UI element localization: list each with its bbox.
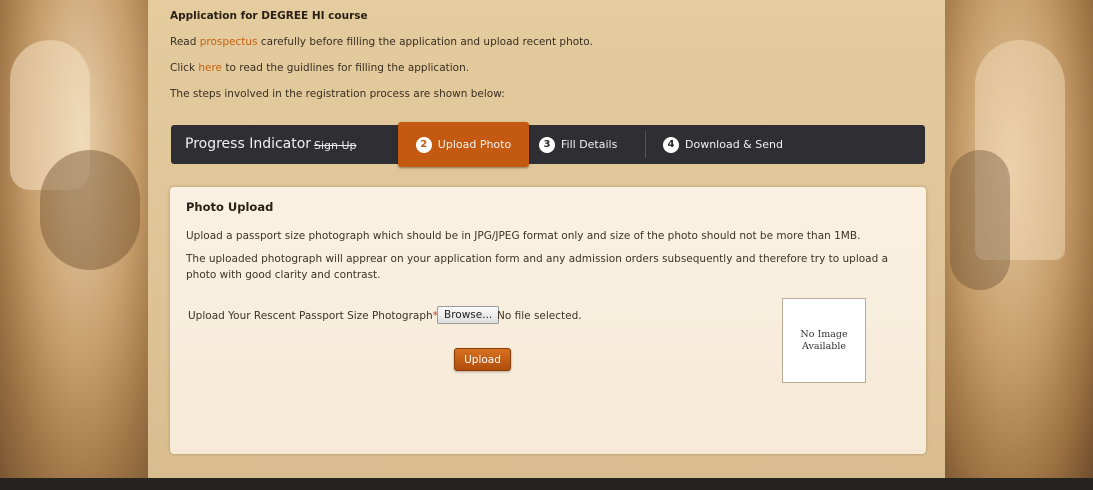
- steps-description: The steps involved in the registration p…: [170, 88, 505, 100]
- progress-indicator: Progress Indicator Sign Up 2 Upload Phot…: [171, 122, 925, 167]
- usage-instructions: The uploaded photograph will apprear on …: [186, 253, 889, 281]
- footer-bar: [0, 478, 1093, 490]
- step-number-badge: 2: [415, 136, 432, 153]
- step-sign-up: Sign Up: [314, 139, 357, 152]
- background-right-image: [945, 0, 1093, 478]
- file-status-text: No file selected.: [497, 310, 582, 322]
- step-label: Download & Send: [685, 138, 783, 151]
- instruction-text: Read: [170, 36, 200, 48]
- prospectus-link[interactable]: prospectus: [200, 36, 258, 48]
- progress-indicator-label: Progress Indicator: [185, 136, 312, 152]
- step-label: Fill Details: [561, 138, 618, 151]
- step-number-badge: 4: [663, 136, 679, 153]
- prospectus-instruction: Read prospectus carefully before filling…: [170, 34, 930, 50]
- background-left-image: [0, 0, 148, 478]
- instruction-text: Click: [170, 62, 199, 74]
- panel-title: Photo Upload: [186, 200, 274, 214]
- step-upload-photo: 2 Upload Photo: [398, 122, 529, 167]
- upload-button[interactable]: Upload: [454, 348, 511, 371]
- instruction-text: to read the guidlines for filling the ap…: [222, 62, 470, 74]
- student-figure: [40, 150, 140, 270]
- photo-upload-panel: Photo Upload Upload a passport size phot…: [170, 187, 926, 454]
- photo-preview-placeholder: No Image Available: [782, 298, 866, 383]
- student-figure: [950, 150, 1010, 290]
- no-image-text: No Image Available: [800, 328, 848, 352]
- main-content: Application for DEGREE HI course Read pr…: [148, 0, 945, 478]
- step-divider: [645, 131, 646, 158]
- format-instructions: Upload a passport size photograph which …: [186, 230, 861, 242]
- intro-section: Application for DEGREE HI course Read pr…: [170, 8, 930, 112]
- upload-field-label: Upload Your Rescent Passport Size Photog…: [188, 310, 438, 322]
- guidelines-link[interactable]: here: [198, 62, 222, 74]
- step-number-badge: 3: [539, 136, 555, 153]
- browse-button[interactable]: Browse...: [437, 306, 500, 324]
- upload-label-text: Upload Your Rescent Passport Size Photog…: [188, 310, 433, 322]
- step-download-send: 4 Download & Send: [663, 125, 783, 164]
- page-heading: Application for DEGREE HI course: [170, 10, 368, 22]
- step-label: Upload Photo: [437, 138, 512, 151]
- step-fill-details: 3 Fill Details: [539, 125, 617, 164]
- instruction-text: carefully before filling the application…: [257, 36, 593, 48]
- guidelines-instruction: Click here to read the guidlines for fil…: [170, 60, 930, 76]
